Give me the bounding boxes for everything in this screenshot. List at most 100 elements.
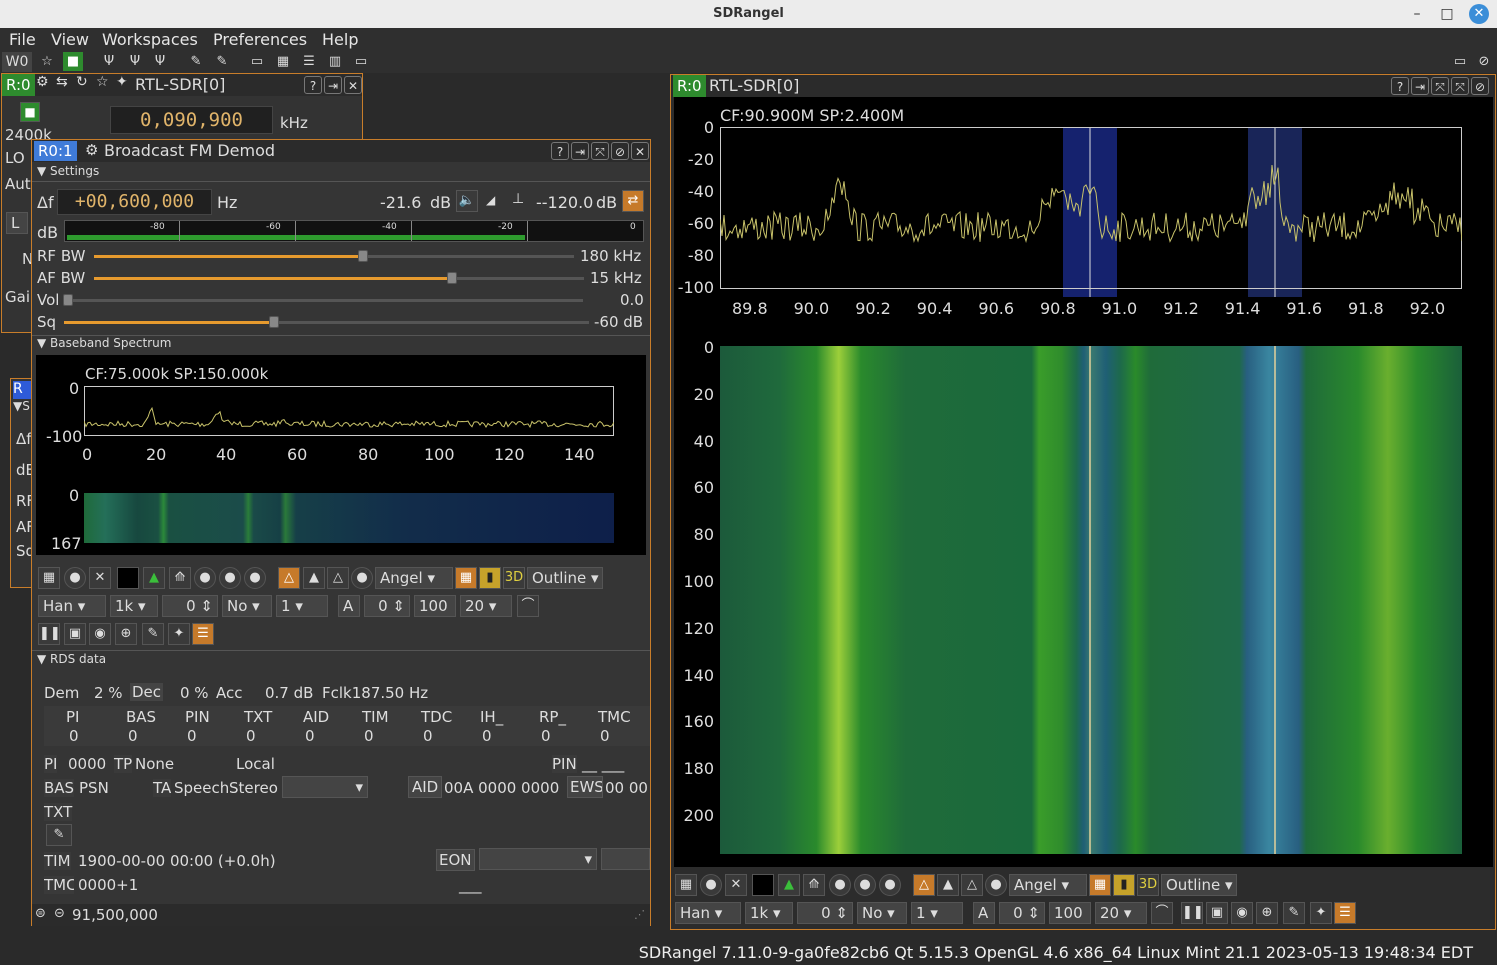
move-icon[interactable]: ⇥	[324, 76, 342, 94]
averaging-mode-select[interactable]: No ▾	[222, 595, 272, 617]
spectrum-icon[interactable]: ▲	[778, 874, 800, 896]
features-icon[interactable]: ✎	[186, 52, 206, 71]
device-link-icon[interactable]: ⊜	[35, 906, 46, 921]
tx-device-icon[interactable]: Ψ	[125, 52, 145, 71]
fill-icon[interactable]: ▲	[303, 567, 325, 589]
close-icon[interactable]: ✕	[631, 142, 649, 160]
main-overlap-spin[interactable]: 0 ⇕	[797, 902, 853, 924]
main-averaging-mode-select[interactable]: No ▾	[857, 902, 907, 924]
columns-icon[interactable]: ▥	[325, 52, 345, 71]
pause-icon[interactable]: ❚❚	[1181, 902, 1204, 924]
broadcast-icon[interactable]: ◉	[89, 623, 111, 645]
rds-section-toggle[interactable]: ▼ RDS data	[37, 651, 106, 667]
main-window-select[interactable]: Han ▾	[675, 902, 741, 924]
stack-icon[interactable]: ☰	[299, 52, 319, 71]
squelch-gate-icon[interactable]: ◢	[486, 193, 495, 207]
tile-icon[interactable]: ▦	[273, 52, 293, 71]
main-range-spin[interactable]: 100	[1049, 902, 1091, 924]
main-spectrum-view[interactable]: CF:90.900M SP:2.400M 0 -20 -40 -60 -80 -100 8…	[674, 97, 1493, 867]
cascade-icon[interactable]: ▭	[247, 52, 267, 71]
overlap-spin[interactable]: 0 ⇕	[162, 595, 218, 617]
peak-icon[interactable]: △	[278, 567, 300, 589]
main-fps-select[interactable]: 20 ▾	[1095, 902, 1147, 924]
main-fft-select[interactable]: 1k ▾	[745, 902, 793, 924]
move-icon[interactable]: ⇥	[1411, 77, 1429, 95]
rfbw-handle[interactable]	[357, 250, 368, 262]
main-averaging-select[interactable]: 1 ▾	[911, 902, 963, 924]
fill-icon[interactable]: ▲	[937, 874, 959, 896]
help-icon[interactable]: ?	[304, 76, 322, 94]
curve-icon[interactable]: ⌒	[1151, 902, 1173, 924]
maximize-button[interactable]: □	[1436, 0, 1458, 28]
3d-icon[interactable]: 3D	[1137, 874, 1159, 896]
style-select[interactable]: Outline ▾	[527, 567, 603, 589]
window-select[interactable]: Han ▾	[38, 595, 106, 617]
main-ref-level-spin[interactable]: 0 ⇕	[999, 902, 1045, 924]
markers-icon[interactable]: ✦	[168, 623, 190, 645]
gradient-icon[interactable]: △	[327, 567, 349, 589]
3d-icon[interactable]: 3D	[503, 567, 525, 589]
markers-icon[interactable]: ✦	[1310, 902, 1332, 924]
help-icon[interactable]: ?	[1391, 77, 1409, 95]
move-icon[interactable]: ⇥	[571, 142, 589, 160]
target-icon[interactable]: ⊕	[115, 623, 137, 645]
settings-section-toggle[interactable]: ▼ Settings	[37, 163, 99, 179]
menu-icon[interactable]: ☰	[192, 623, 214, 645]
clear-text-icon[interactable]: ✎	[46, 824, 72, 846]
grid-icon[interactable]: ▦	[38, 567, 60, 589]
peak-icon[interactable]: △	[913, 874, 935, 896]
gear-icon[interactable]: ⚙	[36, 74, 49, 90]
crosshair-icon[interactable]: ✕	[725, 874, 747, 896]
save-icon[interactable]: ▣	[64, 623, 86, 645]
star-icon[interactable]: ☆	[96, 74, 109, 90]
af-select[interactable]: ▾	[282, 776, 368, 798]
window-icon[interactable]: ▭	[351, 52, 371, 71]
crosshair-icon[interactable]: ✕	[89, 567, 111, 589]
fullscreen-icon[interactable]: ⤧	[1451, 77, 1469, 95]
fft-size-select[interactable]: 1k ▾	[110, 595, 158, 617]
waterfall-icon[interactable]: ▮	[479, 567, 501, 589]
main-auto-scale-button[interactable]: A	[973, 902, 995, 924]
hide-icon[interactable]: ⊘	[1471, 77, 1489, 95]
rds-icon[interactable]: ⇄	[622, 190, 644, 212]
mimo-device-icon[interactable]: Ψ	[150, 52, 170, 71]
avg-icon[interactable]: ●	[879, 874, 901, 896]
resize-grip-icon[interactable]: ⋰	[634, 908, 645, 921]
refresh-icon[interactable]: ⊝	[54, 906, 65, 921]
curve-icon[interactable]: ⌒	[517, 595, 539, 617]
afbw-slider[interactable]	[94, 277, 584, 280]
eon-select[interactable]: ▾	[479, 848, 597, 870]
waterfall-icon[interactable]: ▮	[1113, 874, 1135, 896]
invert-icon[interactable]: ●	[351, 567, 373, 589]
menu-view[interactable]: View	[51, 30, 89, 49]
expand-icon[interactable]: ⤧	[591, 142, 609, 160]
vol-slider[interactable]	[68, 299, 583, 302]
rfbw-slider[interactable]	[94, 255, 574, 258]
sq-handle[interactable]	[269, 316, 279, 328]
menu-help[interactable]: Help	[322, 30, 358, 49]
center-frequency-dial[interactable]: 0,090,900	[110, 106, 273, 134]
sq-slider[interactable]	[64, 321, 589, 324]
pause-icon[interactable]: ❚❚	[38, 623, 61, 645]
menu-workspaces[interactable]: Workspaces	[102, 30, 198, 49]
broadcast-icon[interactable]: ◉	[1231, 902, 1253, 924]
close-icon[interactable]: ✕	[344, 76, 362, 94]
expand-icon[interactable]: ⤧	[1431, 77, 1449, 95]
avg-icon[interactable]: ●	[244, 567, 266, 589]
invert-icon[interactable]: ●	[985, 874, 1007, 896]
waterfall-grid-icon[interactable]: ▦	[1089, 874, 1111, 896]
star-icon[interactable]: ☆	[37, 52, 57, 71]
deemphasis-icon[interactable]: ⊥	[512, 191, 524, 207]
baseband-section-toggle[interactable]: ▼ Baseband Spectrum	[37, 335, 171, 351]
tools-icon[interactable]: ✎	[212, 52, 232, 71]
waterfall-grid-icon[interactable]: ▦	[455, 567, 477, 589]
current-icon[interactable]: ●	[219, 567, 241, 589]
background-icon[interactable]	[752, 874, 774, 896]
antenna-icon[interactable]: ⟰	[803, 874, 825, 896]
restore-icon[interactable]: ▭	[1450, 52, 1470, 71]
menu-file[interactable]: File	[9, 30, 36, 49]
gear-icon[interactable]: ⚙	[85, 141, 98, 159]
df-dial[interactable]: +00,600,000	[57, 189, 212, 215]
hide-icon[interactable]: ⊘	[1474, 52, 1494, 71]
l-button[interactable]: L	[6, 212, 28, 234]
